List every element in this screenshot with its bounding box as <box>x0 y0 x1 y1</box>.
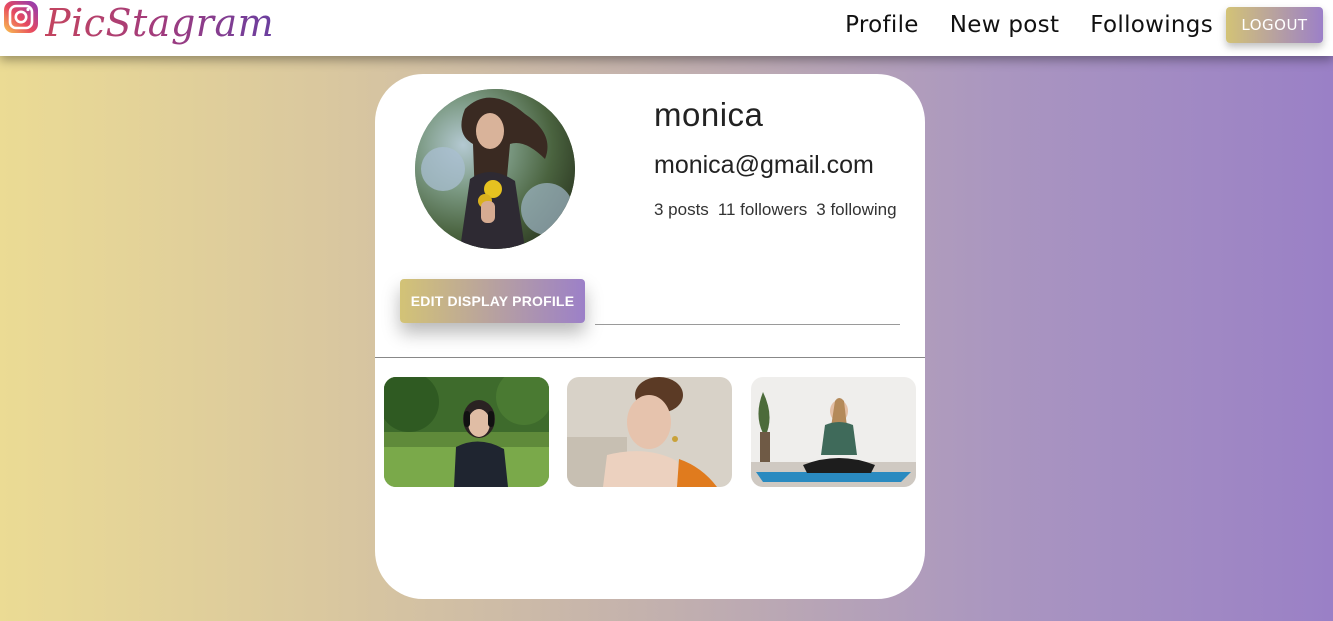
section-divider <box>375 357 925 358</box>
post-image-2 <box>567 377 732 487</box>
post-thumbnail-2[interactable] <box>567 377 732 487</box>
post-image-3 <box>751 377 916 487</box>
edit-display-profile-button[interactable]: EDIT DISPLAY PROFILE <box>400 279 585 323</box>
brand-name: PicStagram <box>45 0 274 48</box>
avatar <box>415 89 575 249</box>
profile-stats: 3 posts 11 followers 3 following <box>654 200 906 220</box>
avatar-photo <box>415 89 575 249</box>
profile-card: monica monica@gmail.com 3 posts 11 follo… <box>375 74 925 599</box>
top-navbar: PicStagram Profile New post Followings L… <box>0 0 1333 56</box>
post-thumbnail-1[interactable] <box>384 377 549 487</box>
nav-link-profile[interactable]: Profile <box>845 12 919 38</box>
instagram-logo-icon <box>4 1 38 33</box>
followers-count[interactable]: 11 followers <box>718 200 807 220</box>
nav-link-followings[interactable]: Followings <box>1090 12 1213 38</box>
bio-underline <box>595 324 900 325</box>
posts-count: 3 posts <box>654 200 709 219</box>
following-count[interactable]: 3 following <box>816 200 896 220</box>
post-image-1 <box>384 377 549 487</box>
post-thumbnail-3[interactable] <box>751 377 916 487</box>
nav-link-new-post[interactable]: New post <box>950 12 1060 38</box>
profile-email: monica@gmail.com <box>654 151 874 179</box>
logout-button[interactable]: LOGOUT <box>1226 7 1323 43</box>
brand[interactable]: PicStagram <box>3 0 274 56</box>
profile-username: monica <box>654 96 764 133</box>
nav-links: Profile New post Followings <box>814 0 1213 50</box>
